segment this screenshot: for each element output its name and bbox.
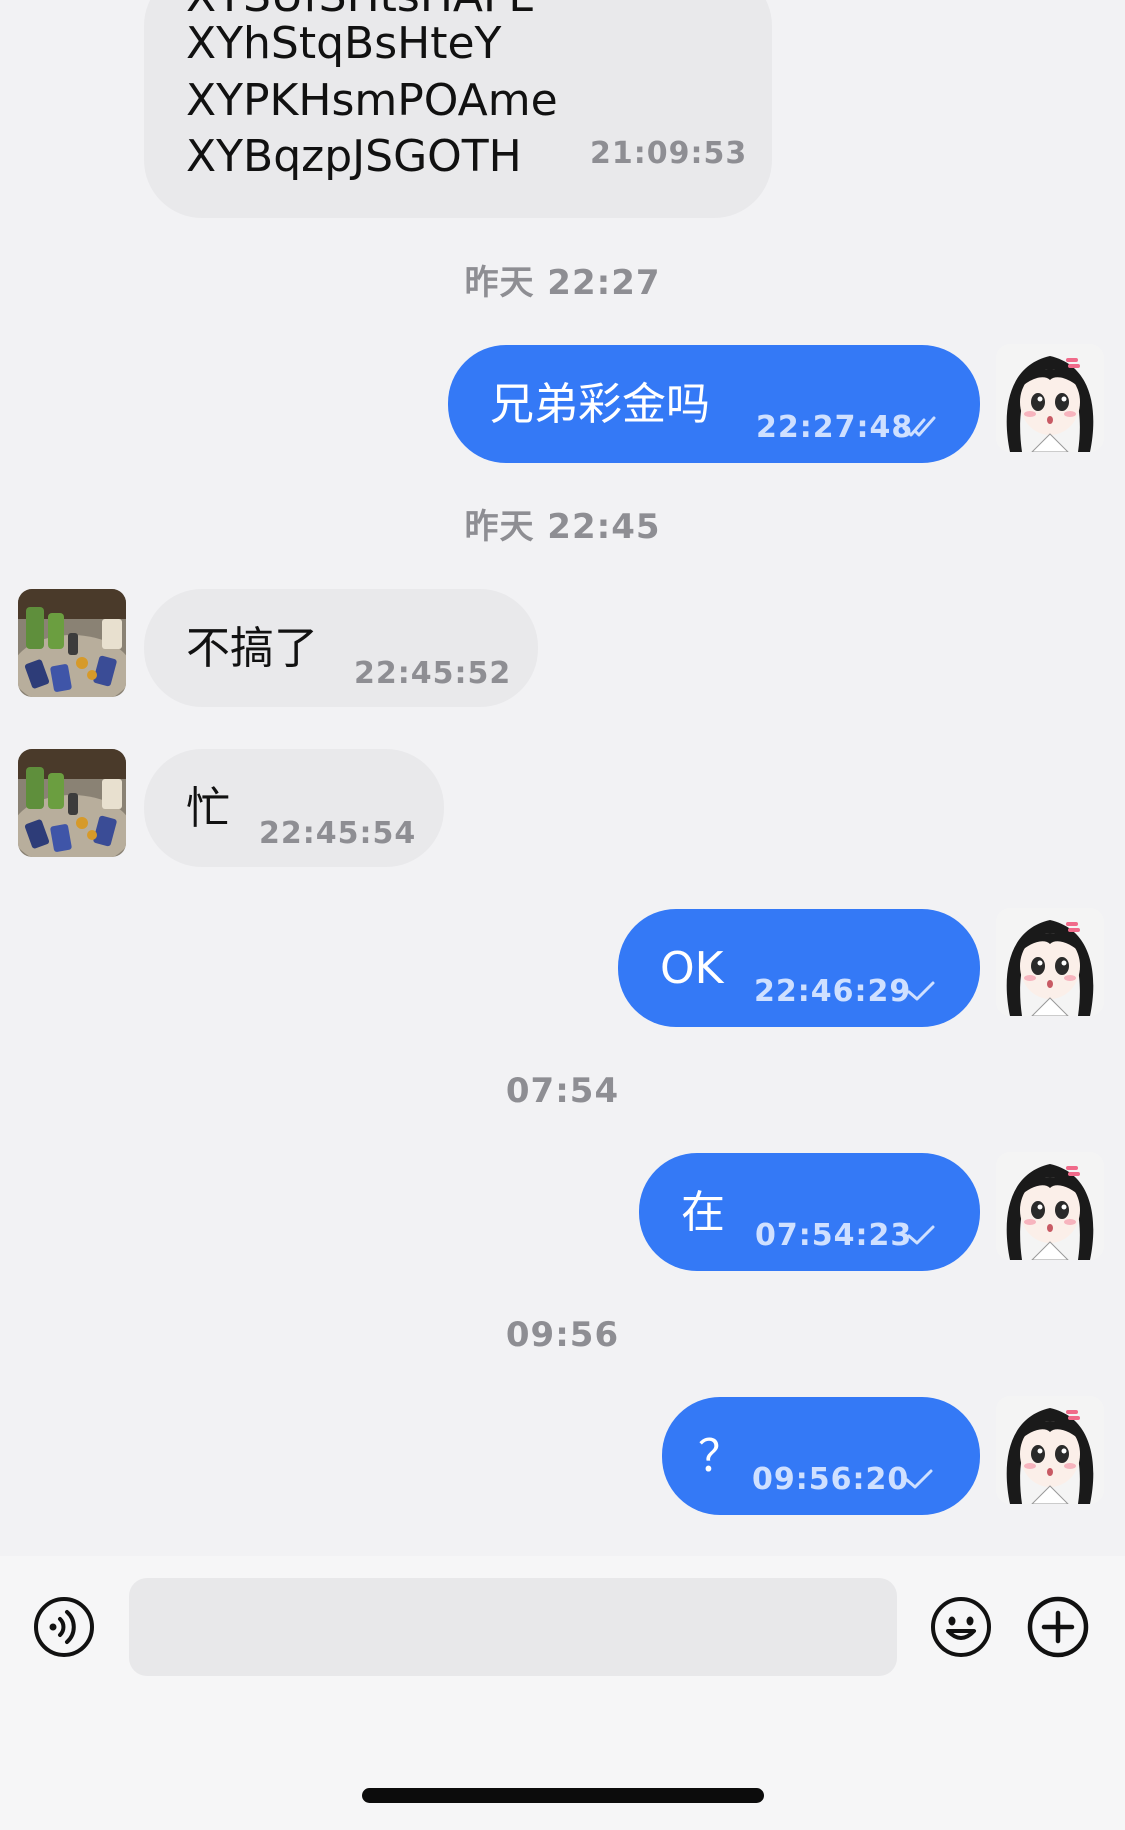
message-timestamp: 22:46:29: [754, 974, 912, 1009]
message-timestamp: 22:45:54: [259, 816, 417, 851]
message-timestamp: 22:27:48: [756, 410, 914, 445]
my-avatar[interactable]: [996, 1396, 1104, 1504]
message-timestamp: 22:45:52: [354, 656, 512, 691]
message-timestamp: 21:09:53: [590, 136, 748, 171]
message-bubble-outgoing[interactable]: OK 22:46:29: [618, 909, 980, 1027]
message-bubble-incoming[interactable]: 忙 22:45:54: [144, 749, 444, 867]
message-text: 在: [681, 1187, 725, 1238]
message-text: ？: [698, 1431, 742, 1482]
contact-avatar[interactable]: [18, 749, 126, 857]
message-bubble-outgoing[interactable]: 在 07:54:23: [639, 1153, 980, 1271]
voice-icon[interactable]: [32, 1595, 96, 1659]
message-input-bar: [0, 1556, 1125, 1830]
message-bubble-outgoing[interactable]: 兄弟彩金吗 22:27:48: [448, 345, 980, 463]
message-text-line: XYBqzpJSGOTH: [186, 131, 522, 182]
date-separator: 07:54: [505, 1071, 620, 1111]
check-icon: [907, 1225, 935, 1245]
check-icon: [907, 981, 935, 1001]
home-indicator: [362, 1788, 764, 1803]
message-text: 不搞了: [186, 623, 318, 674]
message-bubble-incoming[interactable]: XYSUfSHtsHAFL XYhStqBsHteY XYPKHsmPOAme …: [144, 0, 772, 218]
check-icon: [905, 1469, 933, 1489]
message-text: 兄弟彩金吗: [490, 379, 710, 430]
contact-avatar[interactable]: [18, 589, 126, 697]
emoji-icon[interactable]: [929, 1595, 993, 1659]
double-check-icon: [902, 416, 936, 437]
my-avatar[interactable]: [996, 344, 1104, 452]
date-separator: 09:56: [505, 1315, 620, 1355]
plus-circle-icon[interactable]: [1026, 1595, 1090, 1659]
chat-message-list[interactable]: XYSUfSHtsHAFL XYhStqBsHteY XYPKHsmPOAme …: [0, 0, 1125, 1556]
date-separator: 昨天 22:45: [464, 507, 661, 547]
my-avatar[interactable]: [996, 1152, 1104, 1260]
my-avatar[interactable]: [996, 908, 1104, 1016]
message-text-line: XYhStqBsHteY: [186, 18, 502, 69]
message-bubble-outgoing[interactable]: ？ 09:56:20: [662, 1397, 980, 1515]
message-timestamp: 09:56:20: [752, 1462, 910, 1497]
message-timestamp: 07:54:23: [755, 1218, 913, 1253]
message-text-line: XYPKHsmPOAme: [186, 75, 558, 126]
message-text: OK: [660, 943, 724, 994]
message-bubble-incoming[interactable]: 不搞了 22:45:52: [144, 589, 538, 707]
message-text: 忙: [186, 783, 230, 834]
message-input[interactable]: [129, 1578, 897, 1676]
date-separator: 昨天 22:27: [464, 263, 661, 303]
